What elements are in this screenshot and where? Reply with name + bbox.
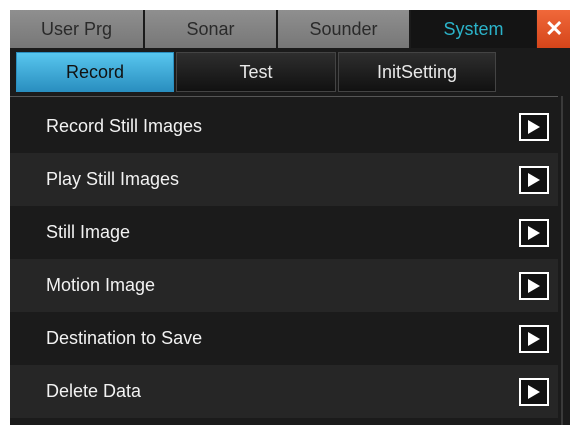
menu-item-delete-data[interactable]: Delete Data	[10, 365, 558, 418]
play-arrow-icon[interactable]	[519, 377, 549, 406]
sub-tab-bar: Record Test InitSetting	[10, 48, 570, 96]
subtab-record[interactable]: Record	[16, 52, 174, 92]
menu-item-play-still-images[interactable]: Play Still Images	[10, 153, 558, 206]
menu-item-label: Delete Data	[46, 381, 142, 401]
tab-label: Sounder	[309, 18, 378, 39]
subtab-label: Record	[65, 61, 125, 82]
menu-item-label: Motion Image	[46, 275, 156, 295]
app-window: User Prg Sonar Sounder System ✕ Record T…	[10, 10, 570, 425]
subtab-test[interactable]: Test	[176, 52, 336, 92]
play-arrow-icon[interactable]	[519, 165, 549, 194]
tab-system[interactable]: System	[411, 10, 536, 48]
play-arrow-icon[interactable]	[519, 324, 549, 353]
close-button[interactable]: ✕	[537, 10, 570, 48]
top-tab-bar: User Prg Sonar Sounder System ✕	[10, 10, 570, 48]
menu-item-motion-image[interactable]: Motion Image	[10, 259, 558, 312]
play-arrow-icon[interactable]	[519, 218, 549, 247]
play-arrow-icon[interactable]	[519, 271, 549, 300]
subtab-label: InitSetting	[376, 61, 458, 82]
menu-item-label: Destination to Save	[46, 328, 203, 348]
tab-label: Sonar	[186, 18, 235, 39]
tab-label: User Prg	[40, 18, 112, 39]
subtab-label: Test	[239, 61, 273, 82]
close-icon: ✕	[545, 16, 564, 41]
menu-item-label: Still Image	[46, 222, 131, 242]
menu-list: Record Still Images Play Still Images St…	[10, 96, 558, 426]
menu-item-destination-to-save[interactable]: Destination to Save	[10, 312, 558, 365]
menu-item-label: Record Still Images	[46, 116, 203, 136]
tab-user-prg[interactable]: User Prg	[10, 10, 143, 48]
tab-sounder[interactable]: Sounder	[278, 10, 409, 48]
tab-sonar[interactable]: Sonar	[145, 10, 276, 48]
play-arrow-icon[interactable]	[519, 112, 549, 141]
menu-item-label: Play Still Images	[46, 169, 180, 189]
scrollbar-track[interactable]	[561, 96, 570, 425]
tab-label: System	[443, 18, 504, 39]
menu-item-record-still-images[interactable]: Record Still Images	[10, 100, 558, 153]
subtab-initsetting[interactable]: InitSetting	[338, 52, 496, 92]
menu-item-still-image[interactable]: Still Image	[10, 206, 558, 259]
